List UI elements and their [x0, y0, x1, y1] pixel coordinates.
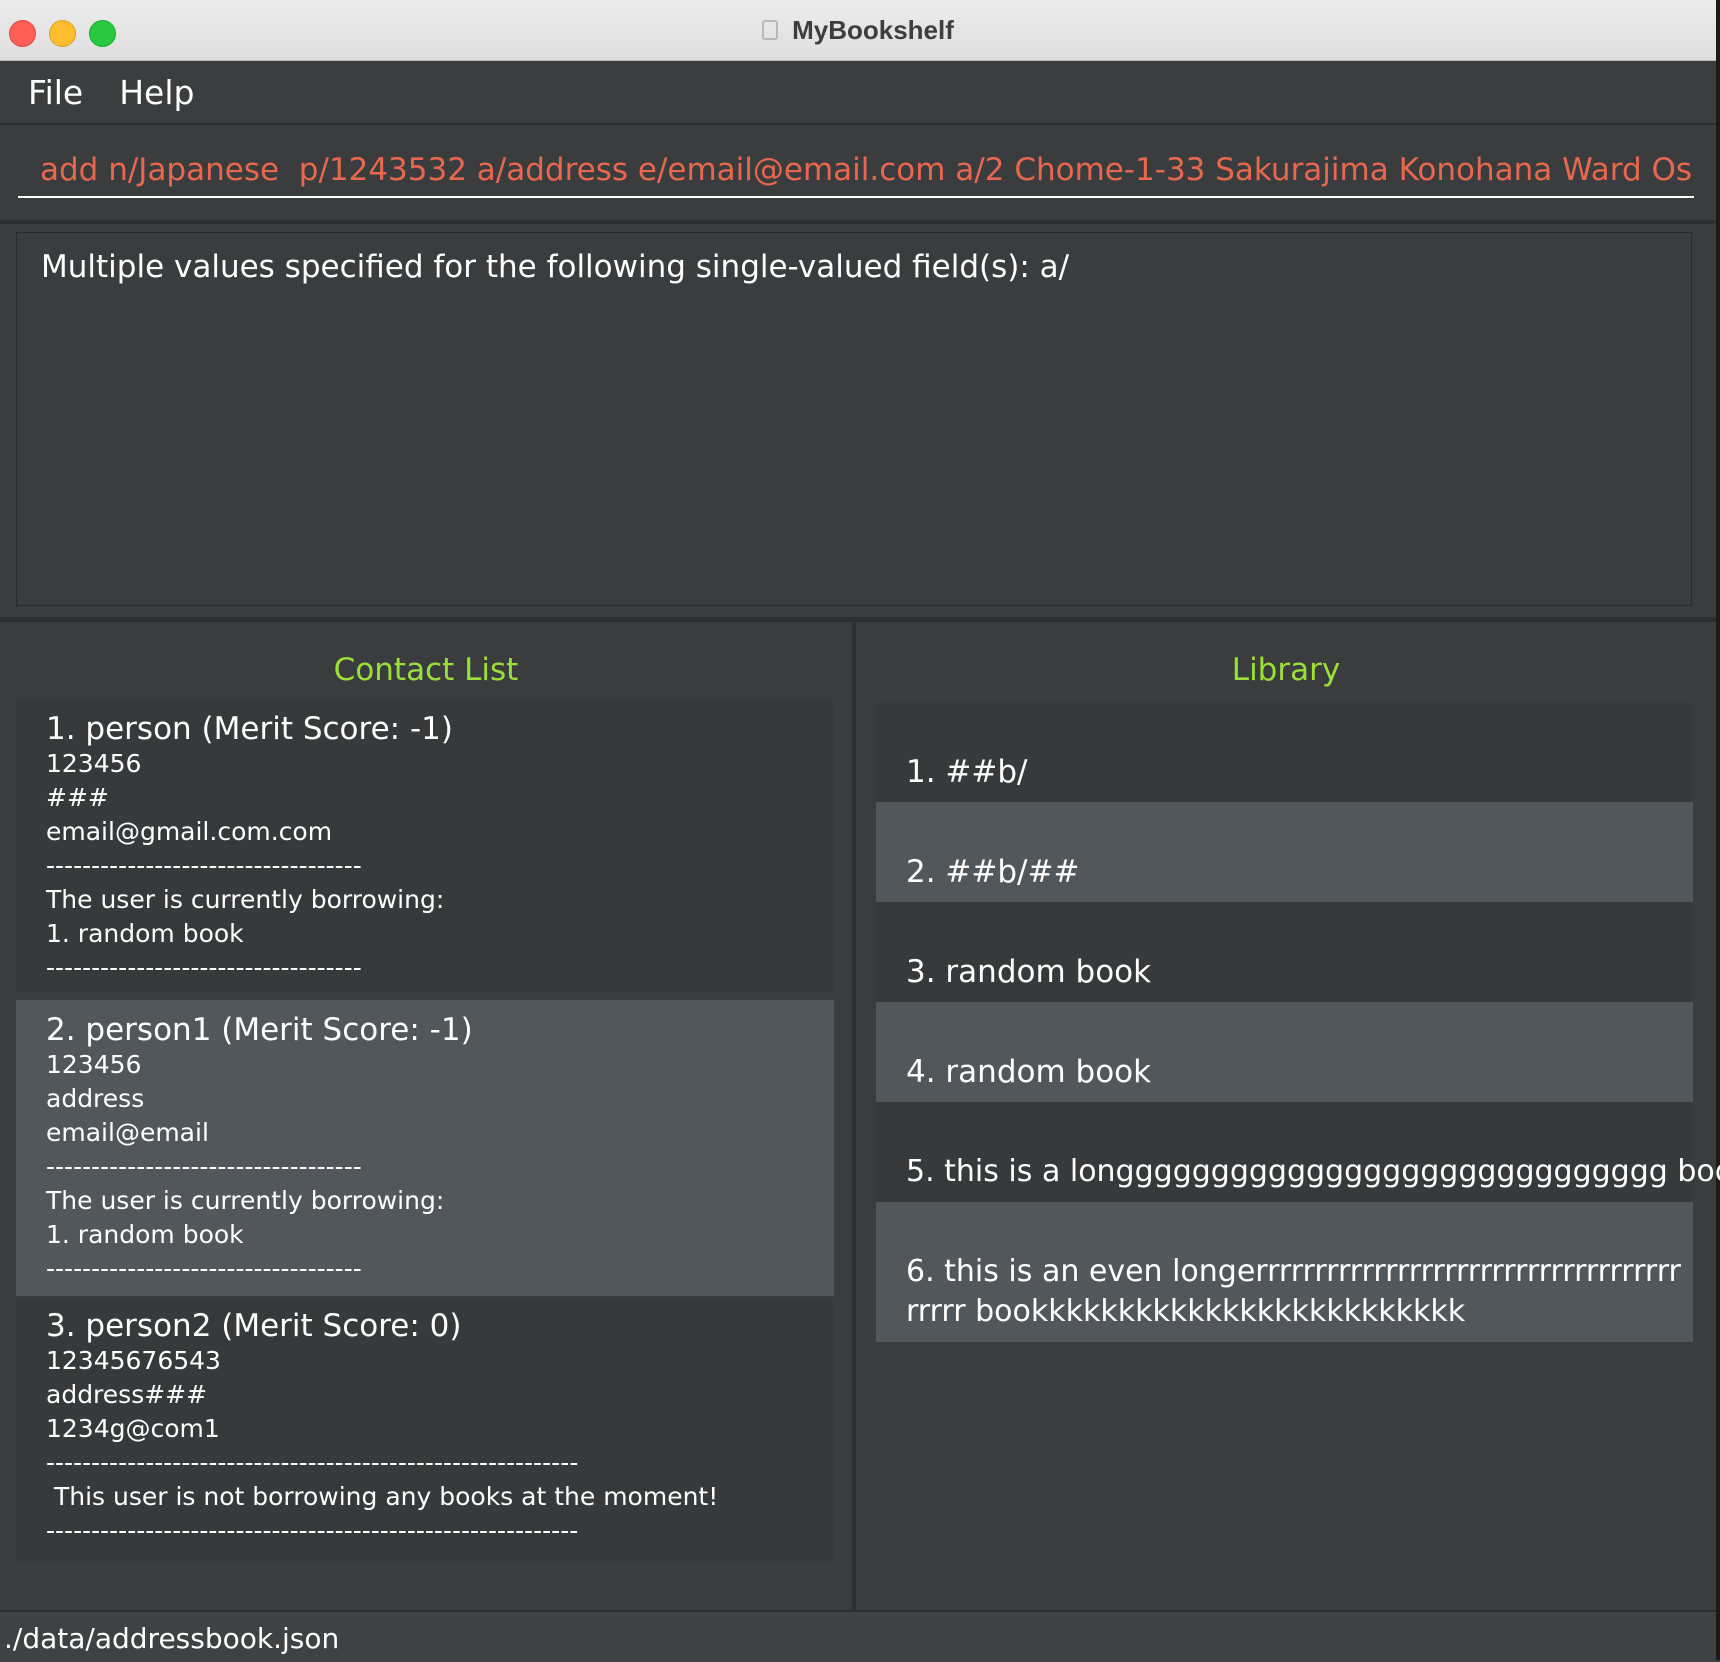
book-item[interactable]: 2. ##b/## — [876, 802, 1693, 902]
separator-line: ----------------------------------- — [46, 953, 362, 982]
contact-address: ### — [46, 783, 109, 812]
contact-name: 2. person1 (Merit Score: -1) — [46, 1012, 473, 1048]
book-title: 5. this is a longggggggggggggggggggggggg… — [906, 1154, 1720, 1189]
contact-phone: 12345676543 — [46, 1346, 221, 1375]
document-icon — [762, 20, 779, 40]
borrowing-header: The user is currently borrowing: — [46, 885, 445, 914]
status-bar: ./data/addressbook.json — [0, 1610, 1716, 1662]
command-text: add n/Japanese p/1243532 a/address e/ema… — [40, 151, 1694, 188]
separator-line: ----------------------------------------… — [46, 1448, 579, 1477]
borrowed-book: 1. random book — [46, 1220, 244, 1249]
library-panel: Library 1. ##b/ 2. ##b/## 3. random book… — [856, 622, 1720, 1610]
separator-line: ----------------------------------------… — [46, 1516, 579, 1545]
contact-phone: 123456 — [46, 749, 142, 778]
borrowing-status: This user is not borrowing any books at … — [46, 1482, 719, 1511]
book-title: 2. ##b/## — [906, 854, 1080, 890]
desktop-edge — [1716, 0, 1720, 1660]
data-file-path: ./data/addressbook.json — [4, 1622, 340, 1655]
book-title: 1. ##b/ — [906, 754, 1028, 790]
contact-phone: 123456 — [46, 1050, 142, 1079]
book-item[interactable]: 3. random book — [876, 902, 1693, 1002]
book-title: 6. this is an even longerrrrrrrrrrrrrrrr… — [906, 1254, 1681, 1329]
borrowing-header: The user is currently borrowing: — [46, 1186, 445, 1215]
contact-list-panel: Contact List 1. person (Merit Score: -1)… — [0, 622, 852, 1610]
title-wrap: MyBookshelf — [0, 0, 1716, 60]
book-title: 3. random book — [906, 954, 1152, 990]
contact-list-title: Contact List — [333, 652, 519, 688]
window-title: MyBookshelf — [792, 14, 954, 45]
result-message: Multiple values specified for the follow… — [41, 249, 1070, 285]
contact-address: address — [46, 1084, 145, 1113]
book-title: 4. random book — [906, 1054, 1152, 1090]
contact-name: 3. person2 (Merit Score: 0) — [46, 1308, 462, 1344]
contact-card[interactable]: 3. person2 (Merit Score: 0) 12345676543 … — [16, 1298, 834, 1562]
book-item[interactable]: 5. this is a longggggggggggggggggggggggg… — [876, 1102, 1720, 1202]
borrowed-book: 1. random book — [46, 919, 244, 948]
separator-line: ----------------------------------- — [46, 1152, 362, 1181]
command-box: add n/Japanese p/1243532 a/address e/ema… — [0, 125, 1716, 224]
book-item[interactable]: 6. this is an even longerrrrrrrrrrrrrrrr… — [876, 1202, 1693, 1342]
contact-email: email@gmail.com.com — [46, 817, 333, 846]
contact-address: address### — [46, 1380, 208, 1409]
contact-name: 1. person (Merit Score: -1) — [46, 711, 453, 747]
result-display: Multiple values specified for the follow… — [16, 232, 1692, 606]
contact-card[interactable]: 1. person (Merit Score: -1) 123456 ### e… — [16, 698, 834, 992]
contact-email: email@email — [46, 1118, 209, 1147]
contact-email: 1234g@com1 — [46, 1414, 220, 1443]
contact-card[interactable]: 2. person1 (Merit Score: -1) 123456 addr… — [16, 1000, 834, 1296]
separator-line: ----------------------------------- — [46, 1254, 362, 1283]
title-bar: MyBookshelf — [0, 0, 1716, 61]
menu-bar: File Help — [0, 61, 1716, 125]
book-item[interactable]: 4. random book — [876, 1002, 1693, 1102]
book-item[interactable]: 1. ##b/ — [876, 702, 1693, 802]
menu-file[interactable]: File — [10, 73, 101, 112]
library-title: Library — [1231, 652, 1341, 688]
separator-line: ----------------------------------- — [46, 851, 362, 880]
menu-help[interactable]: Help — [101, 73, 212, 112]
command-input[interactable]: add n/Japanese p/1243532 a/address e/ema… — [18, 143, 1694, 198]
